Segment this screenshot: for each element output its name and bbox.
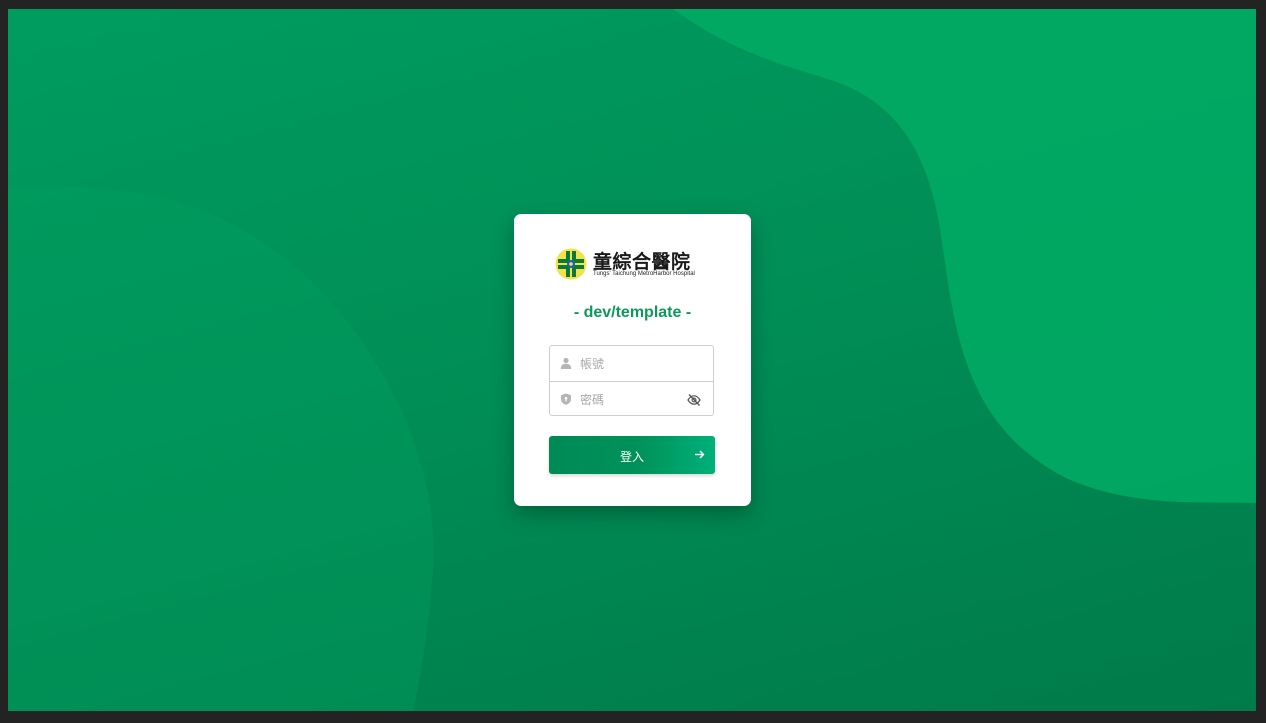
hospital-cross-icon bbox=[555, 248, 587, 280]
environment-title: - dev/template - bbox=[573, 304, 692, 321]
arrow-right-icon bbox=[695, 450, 705, 459]
login-button[interactable]: 登入 bbox=[549, 436, 715, 474]
login-page: 童綜合醫院 Tungs' Taichung MetroHarbor Hospit… bbox=[8, 9, 1256, 711]
user-icon bbox=[560, 357, 572, 369]
login-button-label: 登入 bbox=[619, 450, 644, 464]
login-card: 童綜合醫院 Tungs' Taichung MetroHarbor Hospit… bbox=[514, 214, 751, 506]
hospital-name-cn: 童綜合醫院 bbox=[593, 251, 691, 273]
eye-off-icon[interactable] bbox=[687, 393, 701, 407]
hospital-name-en: Tungs' Taichung MetroHarbor Hospital bbox=[593, 271, 695, 277]
username-field bbox=[550, 346, 713, 381]
password-field bbox=[550, 381, 713, 417]
shield-icon bbox=[561, 393, 571, 405]
username-input[interactable] bbox=[580, 346, 685, 381]
login-fields bbox=[549, 345, 714, 417]
password-input[interactable] bbox=[580, 382, 685, 417]
hospital-logo: 童綜合醫院 Tungs' Taichung MetroHarbor Hospit… bbox=[555, 247, 711, 283]
